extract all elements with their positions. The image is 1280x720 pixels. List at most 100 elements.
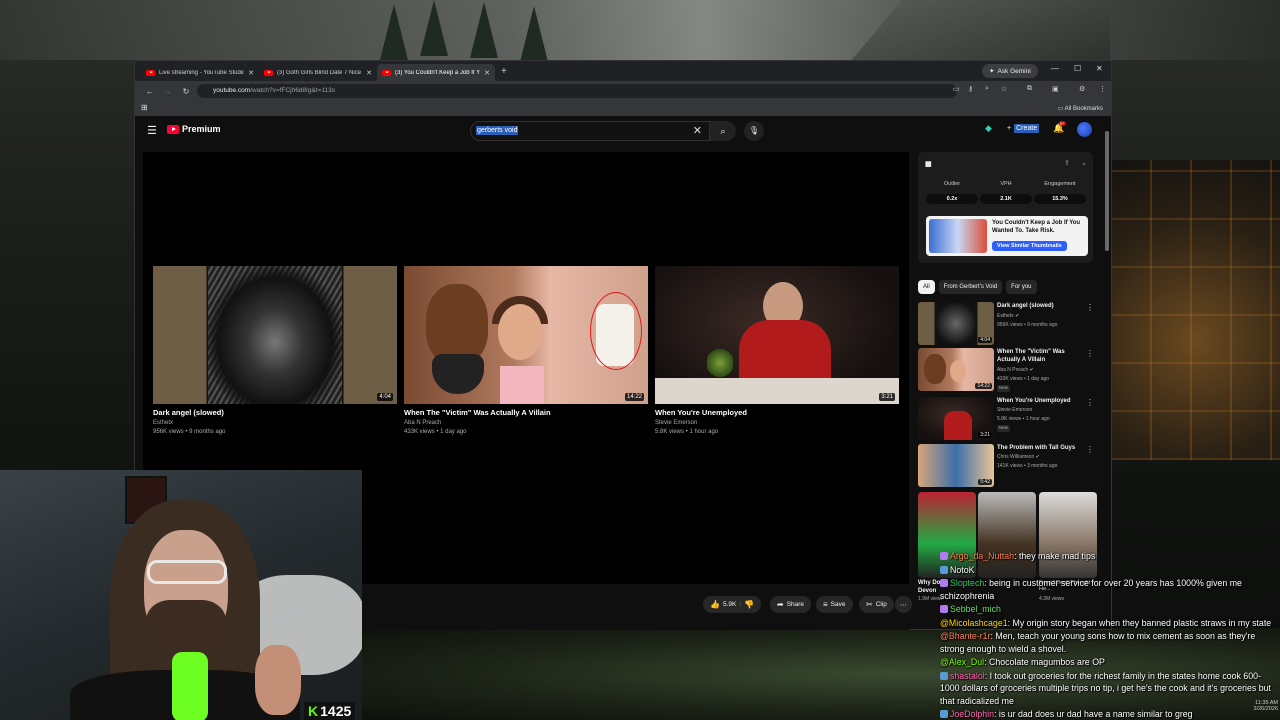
endscreen-title[interactable]: When The "Victim" Was Actually A Villain [404, 408, 648, 417]
recommendation-4[interactable]: 5:42 The Problem with Tall Guys Chris Wi… [918, 444, 1096, 488]
stat-label: Engagement [1044, 181, 1076, 187]
rec-menu-icon[interactable]: ⋮ [1086, 303, 1094, 312]
all-bookmarks-label: All Bookmarks [1064, 106, 1103, 112]
endscreen-title[interactable]: When You're Unemployed [655, 408, 899, 417]
current-video-thumbnail [929, 219, 987, 253]
tab-current-video[interactable]: (3) You Couldn't Keep a Job If Y ✕ [377, 64, 495, 81]
clear-search-icon[interactable]: ✕ [693, 124, 702, 137]
rec-thumbnail[interactable]: 5:42 [918, 444, 994, 487]
rec-menu-icon[interactable]: ⋮ [1086, 349, 1094, 358]
save-button[interactable]: ≡ Save [816, 596, 853, 613]
stat-value: 2.1K [980, 194, 1032, 204]
share-label: Share [786, 601, 805, 608]
like-dislike-group: 👍 5.9K | 👎 [703, 596, 762, 613]
sub-badge-icon [940, 710, 948, 718]
close-tab-icon[interactable]: ✕ [366, 69, 372, 77]
tree [520, 6, 548, 62]
save-playlist-icon: ≡ [823, 600, 828, 609]
collapse-chevron-icon[interactable]: ⌄ [1081, 159, 1087, 167]
export-icon[interactable]: ⇪ [1064, 159, 1070, 167]
apps-grid-icon[interactable]: ⊞ [141, 103, 148, 112]
endscreen-meta: 5.8K views • 1 hour ago [655, 428, 719, 435]
minimize-icon[interactable]: — [1051, 64, 1059, 73]
rec-channel[interactable]: Esthetx [997, 313, 1014, 319]
all-bookmarks[interactable]: ▭ All Bookmarks [1058, 105, 1103, 112]
cast-icon[interactable]: ▭ [953, 85, 960, 93]
thumbs-down-icon[interactable]: 👎 [744, 600, 754, 609]
sub-badge-icon [940, 579, 948, 587]
system-clock[interactable]: 11:35 AM 3/26/2026 [1180, 700, 1278, 712]
rec-menu-icon[interactable]: ⋮ [1086, 445, 1094, 454]
chat-message: @Micolashcage1: My origin story began wh… [940, 617, 1272, 628]
maximize-icon[interactable]: ☐ [1074, 64, 1081, 73]
page-scrollbar[interactable] [1105, 131, 1109, 251]
account-avatar[interactable] [1077, 122, 1092, 137]
video-thumbnail[interactable]: 14:22 [404, 266, 648, 404]
reload-icon[interactable]: ↻ [177, 87, 195, 96]
back-icon[interactable]: ← [141, 87, 159, 96]
hamburger-menu-icon[interactable]: ☰ [147, 124, 157, 137]
ask-gemini-button[interactable]: ✦ Ask Gemini [982, 64, 1038, 78]
share-button[interactable]: ➦ Share [770, 596, 812, 613]
endscreen-video-3[interactable]: 3:21 When You're Unemployed Stevie Emers… [655, 266, 899, 436]
search-input[interactable]: gerberts void [476, 126, 519, 135]
url-domain: youtube.com [213, 87, 251, 94]
endscreen-channel[interactable]: Stevie Emerson [655, 419, 899, 428]
password-icon[interactable]: ⚷ [968, 85, 973, 93]
clip-button[interactable]: ✂ Clip [859, 596, 894, 613]
rec-meta: 141K views • 3 months ago [997, 463, 1058, 469]
chip-from-channel[interactable]: From Gerbert's Void [938, 280, 1003, 294]
recommendation-2[interactable]: 14:22 When The "Victim" Was Actually A V… [918, 348, 1096, 392]
duration-badge: 4:04 [377, 393, 393, 401]
sidebar-icon[interactable]: ▣ [1052, 85, 1059, 93]
rec-title[interactable]: The Problem with Tall Guys [997, 445, 1085, 453]
tab-youtube-studio[interactable]: Live streaming - YouTube Studio ✕ [141, 64, 259, 81]
rec-title[interactable]: When You're Unemployed [997, 398, 1085, 406]
forward-icon[interactable]: → [159, 87, 177, 96]
close-tab-icon[interactable]: ✕ [484, 69, 490, 77]
zoom-icon[interactable]: ⌕ [985, 85, 989, 93]
rec-channel[interactable]: Chris Williamson [997, 454, 1034, 460]
bookmark-star-icon[interactable]: ☆ [1001, 85, 1007, 93]
tab-goth-girls[interactable]: (3) Goth Girls Blind Date 7 Nice ✕ [259, 64, 377, 81]
url-field[interactable]: youtube.com/watch?v=fFCjh6d8Ig&t=113s [197, 84, 957, 98]
close-window-icon[interactable]: ✕ [1096, 64, 1103, 73]
more-actions-button[interactable]: ⋯ [895, 596, 912, 613]
endscreen-title[interactable]: Dark angel (slowed) [153, 408, 397, 417]
chip-for-you[interactable]: For you [1006, 280, 1037, 294]
view-similar-thumbnails-button[interactable]: View Similar Thumbnails [992, 241, 1067, 251]
rec-channel[interactable]: Stevie Emerson [997, 407, 1032, 414]
extensions-icon[interactable]: ⧉ [1027, 85, 1032, 93]
search-button[interactable]: ⌕ [710, 121, 736, 141]
video-thumbnail[interactable]: 3:21 [655, 266, 899, 404]
profile-extension-icon[interactable]: ⚙ [1079, 85, 1085, 93]
rec-menu-icon[interactable]: ⋮ [1086, 398, 1094, 407]
extension-icon[interactable]: ◆ [985, 123, 992, 134]
endscreen-channel[interactable]: Aba N Preach [404, 419, 648, 428]
create-button[interactable]: + Create [1007, 124, 1040, 133]
endscreen-video-1[interactable]: 4:04 Dark angel (slowed) Esthetx 956K vi… [153, 266, 397, 436]
rec-title[interactable]: Dark angel (slowed) [997, 303, 1085, 311]
youtube-logo[interactable]: Premium [167, 124, 221, 134]
close-tab-icon[interactable]: ✕ [248, 69, 254, 77]
search-box[interactable]: gerberts void ✕ [470, 121, 710, 141]
chat-username: NotoK [950, 564, 975, 575]
voice-search-button[interactable]: 🎙 [744, 121, 764, 141]
thumbs-up-icon[interactable]: 👍 [710, 600, 720, 609]
endscreen-channel[interactable]: Esthetx [153, 419, 397, 428]
rec-thumbnail[interactable]: 4:04 [918, 302, 994, 345]
short-title[interactable]: Why Do [918, 580, 940, 586]
rec-thumbnail[interactable]: 14:22 [918, 348, 994, 391]
rec-title[interactable]: When The "Victim" Was Actually A Villain [997, 349, 1085, 365]
recommendation-1[interactable]: 4:04 Dark angel (slowed) Esthetx ✔ 956K … [918, 302, 1096, 346]
endscreen-video-2[interactable]: 14:22 When The "Victim" Was Actually A V… [404, 266, 648, 436]
microphone-icon: 🎙 [748, 126, 760, 135]
rec-thumbnail[interactable]: 3:21 [918, 397, 994, 440]
chip-all[interactable]: All [918, 280, 935, 294]
recommendation-3[interactable]: 3:21 When You're Unemployed Stevie Emers… [918, 397, 1096, 441]
new-tab-button[interactable]: + [501, 66, 507, 77]
like-count[interactable]: 5.9K [723, 601, 736, 608]
rec-channel[interactable]: Aba N Preach [997, 367, 1028, 373]
menu-kebab-icon[interactable]: ⋮ [1099, 85, 1106, 93]
video-thumbnail[interactable]: 4:04 [153, 266, 397, 404]
